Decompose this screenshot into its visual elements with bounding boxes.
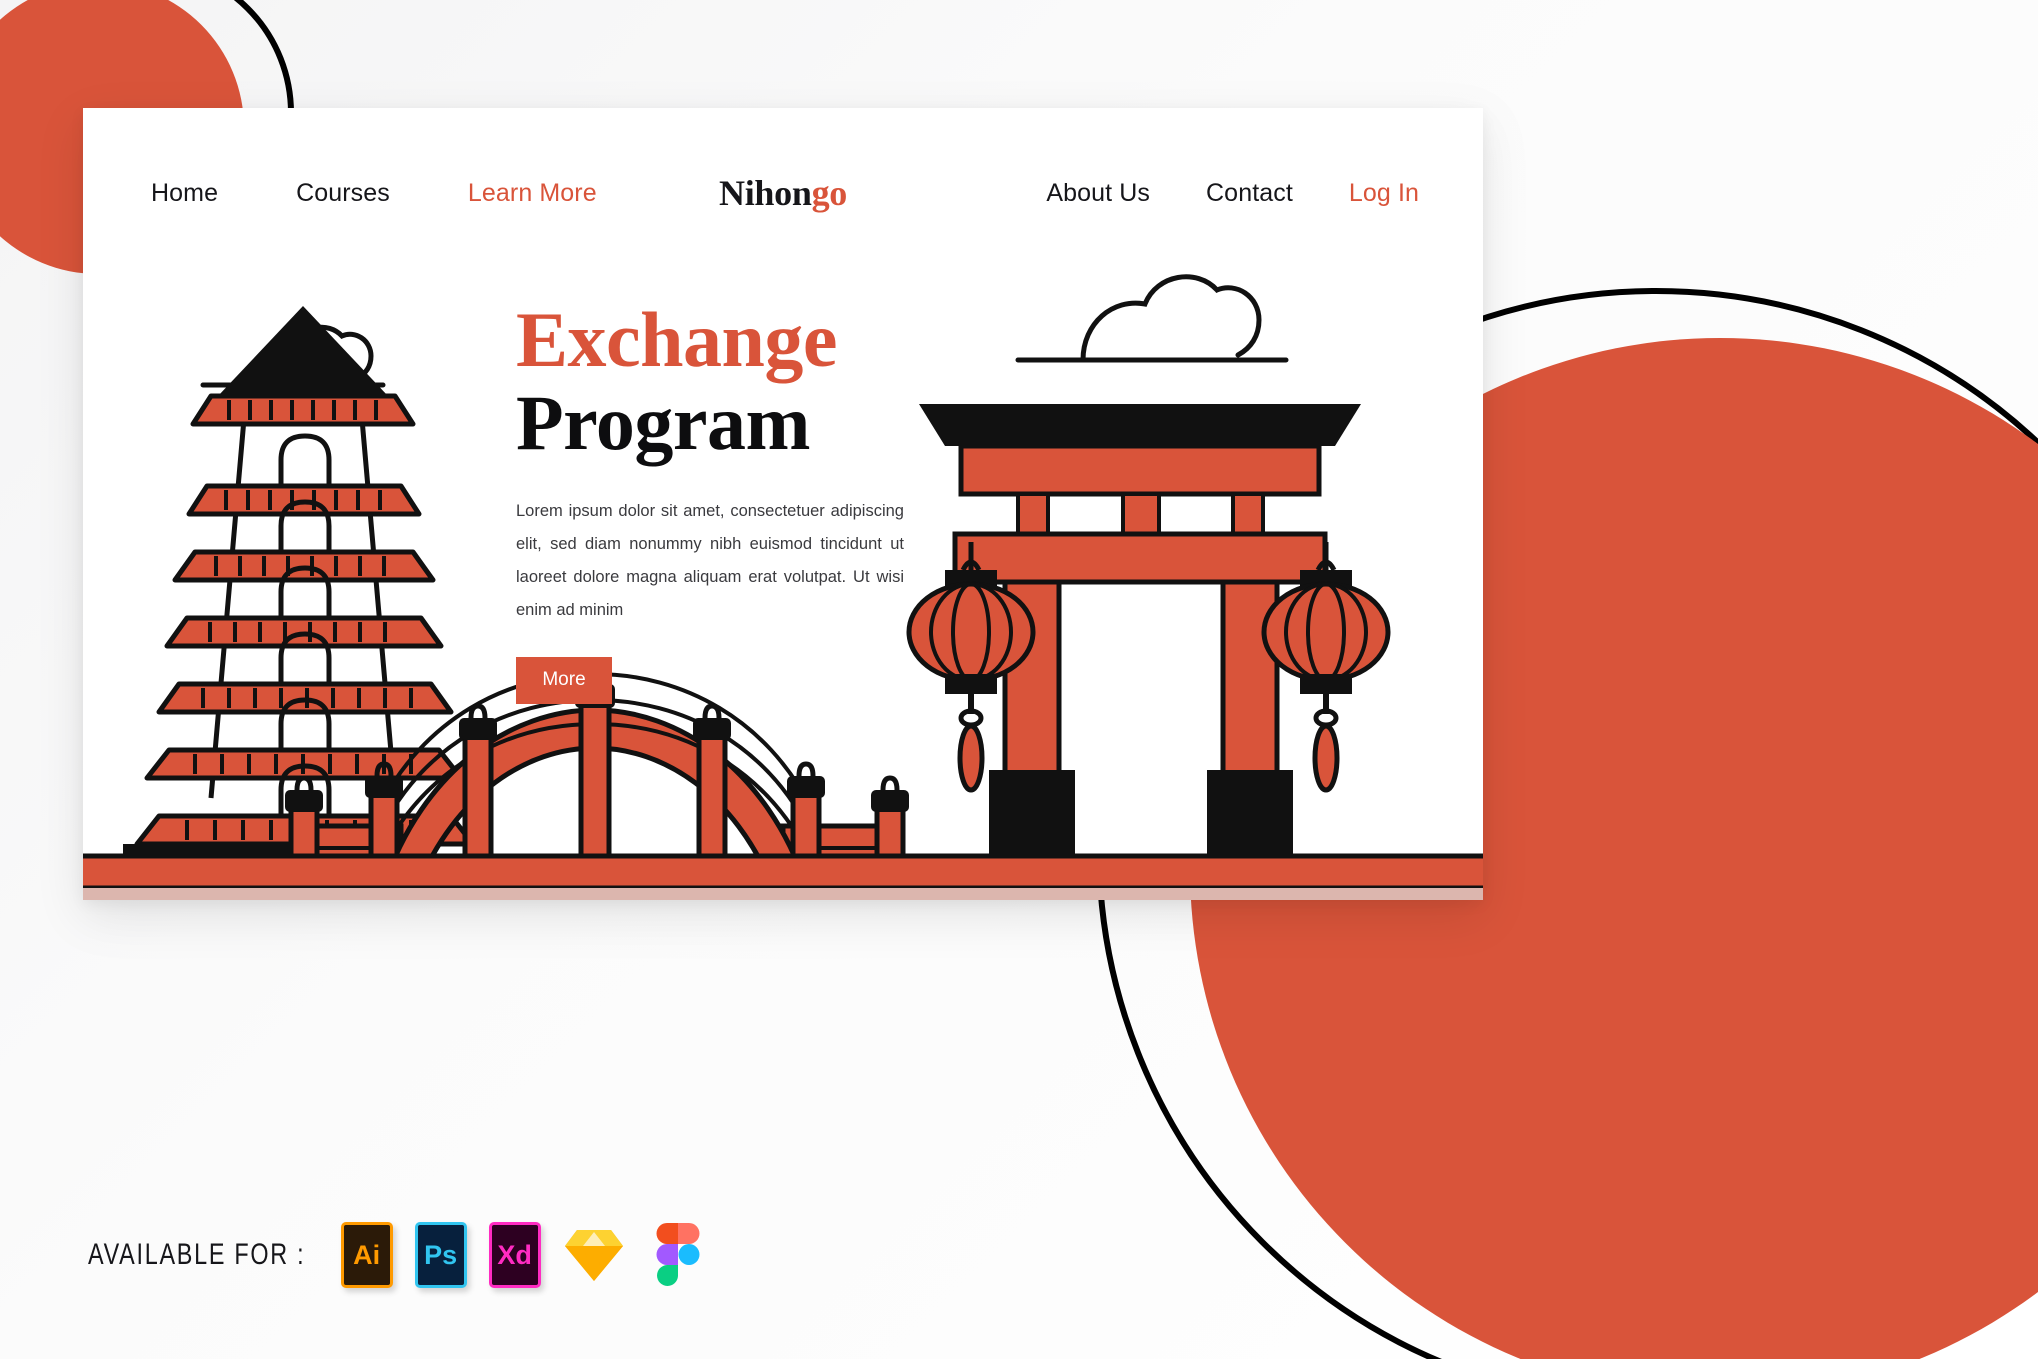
main-navigation: Home Courses Learn More Nihongo About Us…: [83, 108, 1483, 278]
hero-content: Exchange Program Lorem ipsum dolor sit a…: [516, 296, 916, 704]
ground-band: [83, 853, 1483, 900]
logo-text-dark: Nihon: [719, 173, 812, 213]
figma-icon[interactable]: [647, 1222, 709, 1288]
hero-title-line-2: Program: [516, 378, 810, 466]
nav-link-log-in[interactable]: Log In: [1349, 179, 1419, 208]
logo-text-accent: go: [811, 173, 848, 213]
available-for-label: AVAILABLE FOR :: [88, 1238, 306, 1271]
sketch-icon[interactable]: [563, 1222, 625, 1288]
nav-left-group: Home Courses Learn More: [151, 179, 675, 208]
lantern-right: [1261, 542, 1391, 793]
adobe-photoshop-icon[interactable]: Ps: [414, 1222, 467, 1288]
bridge-post: [365, 761, 403, 891]
nav-link-courses[interactable]: Courses: [296, 179, 390, 208]
cloud-large-right: [1015, 274, 1289, 363]
hero-title: Exchange Program: [516, 296, 916, 466]
hero-title-line-1: Exchange: [516, 296, 838, 383]
bridge-post: [459, 703, 497, 891]
lantern-left: [906, 542, 1036, 793]
nav-link-home[interactable]: Home: [151, 179, 218, 208]
pagoda-seven-tier: [123, 306, 476, 886]
bridge-post: [871, 775, 909, 891]
nav-link-contact[interactable]: Contact: [1206, 179, 1293, 208]
torii-gate: [919, 404, 1361, 856]
adobe-illustrator-icon[interactable]: Ai: [340, 1222, 393, 1288]
adobe-xd-icon[interactable]: Xd: [488, 1222, 541, 1288]
available-for-section: AVAILABLE FOR : Ai Ps Xd: [88, 1222, 709, 1288]
bridge-post: [285, 775, 323, 891]
hero-paragraph: Lorem ipsum dolor sit amet, consectetuer…: [516, 501, 904, 619]
landing-page-card: Home Courses Learn More Nihongo About Us…: [83, 108, 1483, 900]
bridge-post: [693, 703, 731, 891]
nav-link-learn-more[interactable]: Learn More: [468, 179, 597, 208]
site-logo[interactable]: Nihongo: [719, 172, 847, 214]
nav-right-group: About Us Contact Log In: [990, 179, 1419, 208]
nav-link-about-us[interactable]: About Us: [1046, 179, 1150, 208]
more-button[interactable]: More: [516, 656, 612, 704]
cloud-small-left: [200, 324, 386, 388]
bridge-post: [787, 761, 825, 891]
